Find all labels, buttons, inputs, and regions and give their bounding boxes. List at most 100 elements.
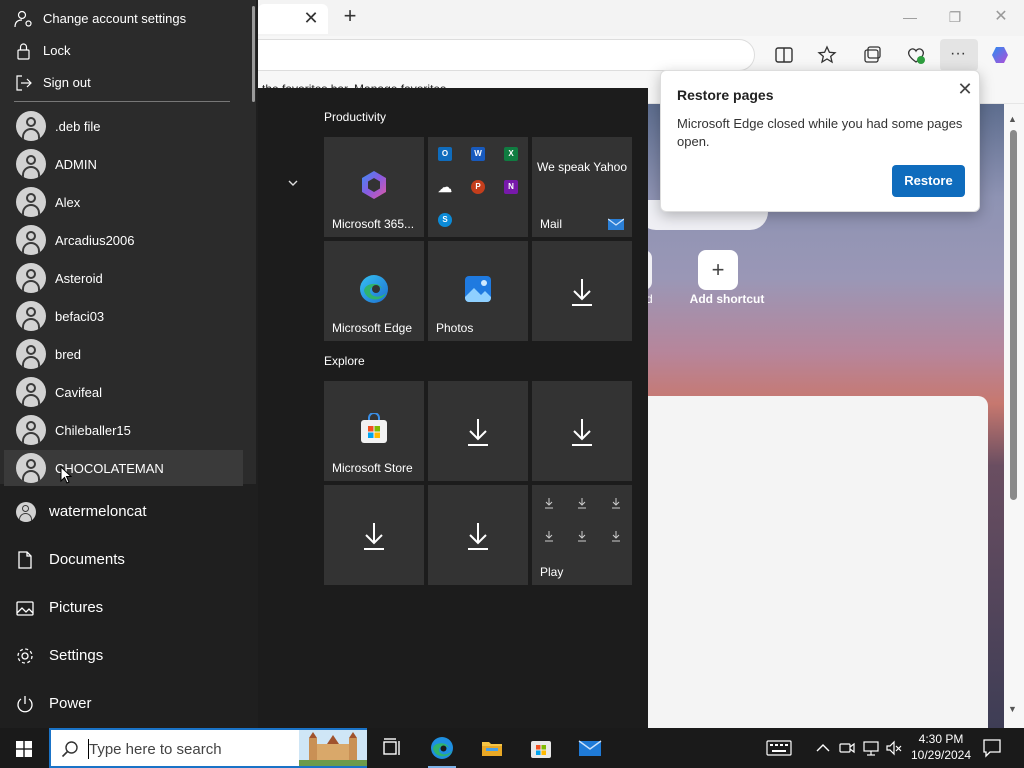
sign-out-item[interactable]: Sign out — [4, 66, 242, 98]
divider — [14, 101, 230, 102]
more-dots-icon: ··· — [950, 45, 966, 62]
page-scrollbar[interactable]: ▲ ▼ — [1004, 104, 1024, 728]
current-user-item[interactable]: watermeloncat — [0, 490, 258, 534]
collections-icon[interactable] — [861, 44, 883, 66]
account-menu-label: Change account settings — [43, 11, 187, 26]
lock-item[interactable]: Lock — [4, 34, 242, 66]
download-placeholder-tile[interactable] — [428, 381, 528, 481]
user-item[interactable]: Cavifeal — [4, 374, 243, 410]
account-menu-scrollbar[interactable] — [252, 6, 255, 102]
restore-popup-title: Restore pages — [677, 87, 774, 103]
browser-essentials-icon[interactable] — [905, 44, 927, 66]
scroll-down-arrow-icon[interactable]: ▼ — [1008, 704, 1017, 714]
minimize-button[interactable]: — — [896, 6, 924, 28]
microsoft-365-tile[interactable]: Microsoft 365... — [324, 137, 424, 237]
network-icon[interactable] — [862, 739, 880, 757]
tile-group-title[interactable]: Productivity — [324, 110, 386, 124]
download-arrow-icon — [468, 419, 488, 446]
user-item-hovered[interactable]: CHOCOLATEMAN — [4, 450, 243, 486]
tile-label: Microsoft Store — [332, 461, 413, 475]
settings-item[interactable]: Settings — [0, 634, 258, 678]
documents-item[interactable]: Documents — [0, 538, 258, 582]
add-shortcut-button[interactable]: + — [698, 250, 738, 290]
task-view-button[interactable] — [370, 728, 414, 768]
user-item[interactable]: Chileballer15 — [4, 412, 243, 448]
user-name: Chileballer15 — [55, 423, 131, 438]
user-item[interactable]: befaci03 — [4, 298, 243, 334]
account-menu-label: Sign out — [43, 75, 91, 90]
user-item[interactable]: Alex — [4, 184, 243, 220]
taskbar-search-box[interactable]: Type here to search — [49, 728, 367, 768]
edge-icon — [431, 737, 453, 759]
change-account-settings-item[interactable]: Change account settings — [4, 2, 242, 34]
download-placeholder-tile[interactable] — [428, 485, 528, 585]
download-arrow-icon — [364, 523, 384, 550]
user-item[interactable]: Asteroid — [4, 260, 243, 296]
user-item[interactable]: Arcadius2006 — [4, 222, 243, 258]
sign-out-icon — [16, 75, 32, 91]
close-tab-icon[interactable]: ✕ — [300, 7, 322, 29]
start-button[interactable] — [0, 728, 48, 768]
tile-label: Mail — [540, 217, 563, 231]
microsoft-store-tile[interactable]: Microsoft Store — [324, 381, 424, 481]
download-placeholder-tile[interactable] — [532, 241, 632, 341]
chevron-down-icon[interactable] — [286, 176, 300, 190]
new-tab-button[interactable]: + — [338, 5, 362, 29]
restore-button[interactable]: Restore — [892, 165, 965, 197]
taskbar-file-explorer-app[interactable] — [470, 728, 514, 768]
volume-muted-icon[interactable] — [885, 739, 903, 757]
taskbar-edge-app[interactable] — [420, 728, 464, 768]
meet-now-icon[interactable] — [838, 739, 856, 757]
user-item[interactable]: .deb file — [4, 108, 243, 144]
user-item[interactable]: bred — [4, 336, 243, 372]
taskbar-store-app[interactable] — [519, 728, 563, 768]
mail-icon — [578, 740, 602, 756]
excel-icon: X — [504, 147, 518, 161]
office-apps-tile[interactable]: O W X ☁ P N S — [428, 137, 528, 237]
mail-promo-text: We speak Yahoo — [536, 160, 628, 174]
microsoft-edge-tile[interactable]: Microsoft Edge — [324, 241, 424, 341]
download-placeholder-tile[interactable] — [324, 485, 424, 585]
close-icon[interactable]: ✕ — [953, 77, 977, 101]
user-item[interactable]: ADMIN — [4, 146, 243, 182]
scroll-up-arrow-icon[interactable]: ▲ — [1008, 114, 1017, 124]
split-screen-icon[interactable] — [773, 44, 795, 66]
tile-group-title[interactable]: Explore — [324, 354, 365, 368]
chevron-up-icon[interactable] — [814, 739, 832, 757]
nav-label: Power — [49, 695, 92, 712]
restore-window-button[interactable]: ❐ — [941, 6, 969, 28]
gear-icon — [17, 648, 33, 664]
user-name: bred — [55, 347, 82, 362]
pictures-item[interactable]: Pictures — [0, 586, 258, 630]
copilot-icon[interactable] — [990, 44, 1012, 66]
account-menu: Change account settings Lock Sign out .d… — [0, 0, 256, 486]
taskbar-mail-app[interactable] — [568, 728, 612, 768]
user-name: Cavifeal — [55, 385, 102, 400]
notification-icon[interactable] — [982, 738, 1002, 758]
favorites-star-icon[interactable] — [816, 44, 838, 66]
more-button[interactable]: ··· — [940, 39, 978, 71]
download-arrow-icon — [468, 523, 488, 550]
search-highlight-castle-icon — [299, 730, 367, 766]
power-item[interactable]: Power — [0, 682, 258, 726]
keyboard-icon[interactable] — [766, 739, 792, 757]
address-bar[interactable] — [230, 39, 755, 71]
nav-label: Documents — [49, 551, 125, 568]
download-placeholder-tile[interactable] — [532, 381, 632, 481]
user-avatar-icon — [16, 415, 46, 445]
scroll-thumb[interactable] — [1010, 130, 1017, 500]
user-avatar-icon — [16, 225, 46, 255]
search-icon — [61, 741, 78, 758]
windows-logo-icon — [16, 741, 32, 757]
word-icon: W — [471, 147, 485, 161]
download-arrow-icon — [578, 498, 586, 509]
download-arrow-icon — [545, 498, 553, 509]
play-folder-tile[interactable]: Play — [532, 485, 632, 585]
news-feed-card[interactable] — [638, 396, 988, 736]
user-avatar-icon — [16, 111, 46, 141]
clock[interactable]: 4:30 PM 10/29/2024 — [908, 731, 974, 763]
photos-tile[interactable]: Photos — [428, 241, 528, 341]
photos-icon — [465, 276, 491, 302]
close-window-button[interactable]: ✕ — [987, 6, 1015, 28]
mail-tile[interactable]: We speak Yahoo Mail — [532, 137, 632, 237]
